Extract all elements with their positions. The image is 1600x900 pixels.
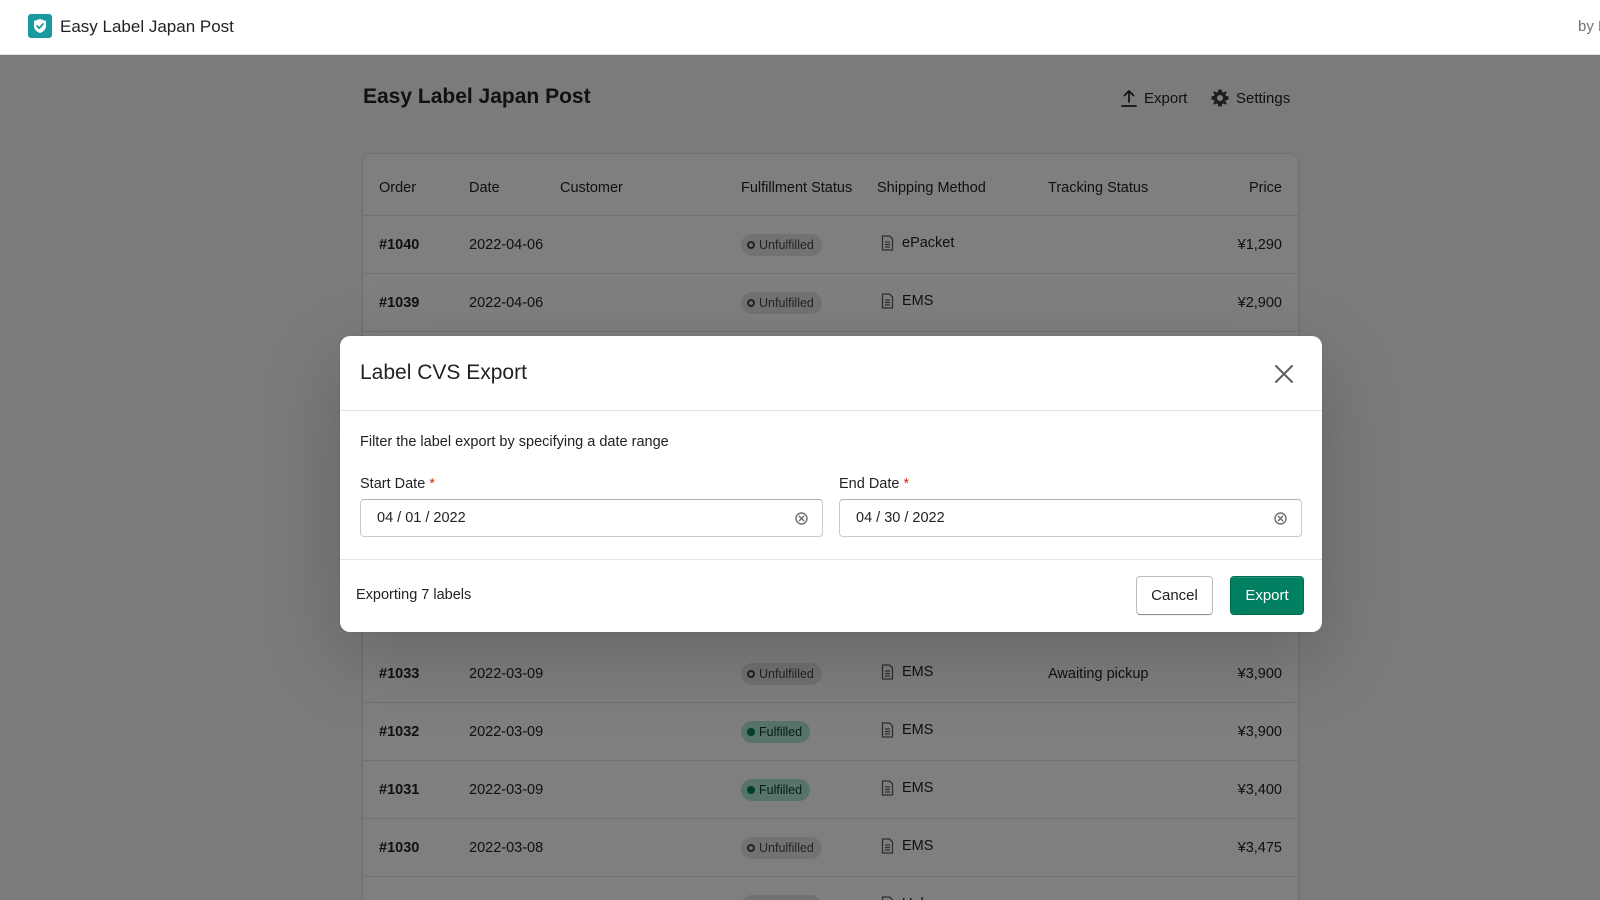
start-date-label: Start Date * xyxy=(360,476,435,492)
required-mark: * xyxy=(903,476,910,492)
close-button[interactable] xyxy=(1270,360,1298,388)
export-count-text: Exporting 7 labels xyxy=(356,587,472,603)
export-button[interactable]: Export xyxy=(1230,576,1304,615)
modal-title: Label CVS Export xyxy=(360,361,527,384)
export-modal: Label CVS Export Filter the label export… xyxy=(340,336,1322,632)
start-date-input[interactable]: 04 / 01 / 2022 xyxy=(360,499,823,537)
shield-check-icon xyxy=(28,14,52,38)
end-date-input[interactable]: 04 / 30 / 2022 xyxy=(839,499,1302,537)
start-date-value: 04 / 01 / 2022 xyxy=(377,510,466,526)
clear-circle-icon[interactable] xyxy=(1274,512,1287,525)
close-icon xyxy=(1275,365,1293,383)
modal-footer: Exporting 7 labels Cancel Export xyxy=(340,559,1322,632)
app-name: Easy Label Japan Post xyxy=(60,17,234,36)
cancel-button[interactable]: Cancel xyxy=(1136,576,1213,615)
end-date-label: End Date * xyxy=(839,476,910,492)
app-topbar: Easy Label Japan Post by L xyxy=(0,0,1600,55)
end-date-value: 04 / 30 / 2022 xyxy=(856,510,945,526)
modal-header: Label CVS Export xyxy=(340,336,1322,411)
required-mark: * xyxy=(429,476,435,492)
byline: by L xyxy=(1578,18,1600,35)
modal-description: Filter the label export by specifying a … xyxy=(360,434,669,450)
clear-circle-icon[interactable] xyxy=(795,512,808,525)
